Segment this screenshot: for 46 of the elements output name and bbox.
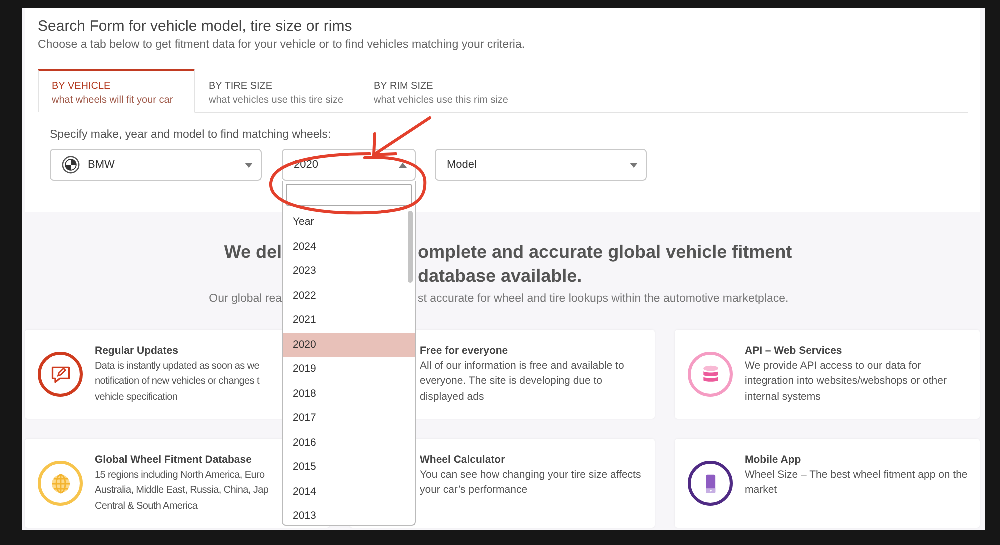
search-field[interactable] — [286, 184, 412, 206]
database-icon — [688, 352, 733, 397]
hero-heading: We del — [223, 241, 282, 264]
arrow-annotation — [372, 116, 432, 157]
feature-description: You can see how changing your tire size affects your car’s performance — [420, 468, 642, 498]
model-select[interactable]: Model — [435, 149, 647, 181]
year-option[interactable]: Year — [283, 210, 407, 234]
year-option[interactable]: 2023 — [283, 259, 407, 284]
make-select[interactable]: BMW — [50, 149, 262, 181]
feature-description: All of our information is free and available to everyone. The site is developing due to displayed ads — [420, 359, 624, 405]
phone-icon — [688, 461, 733, 506]
hero-subtitle: Our global rea — [208, 292, 282, 307]
speech-bubble-pencil-icon — [38, 352, 83, 397]
feature-title: API – Web Services — [745, 344, 844, 359]
quartered-circle-icon — [62, 156, 80, 174]
year-option[interactable]: 2017 — [283, 406, 407, 430]
year-option[interactable]: 2018 — [283, 382, 407, 406]
form-prompt: Specify make, year and model to find matching wheels: — [50, 128, 332, 143]
feature-description: Wheel Size – The best wheel fitment app on the market — [745, 468, 968, 498]
year-option[interactable]: 2014 — [283, 480, 407, 504]
tab[interactable]: BY VEHICLE what wheels will fit your car — [38, 69, 195, 113]
feature-title: Wheel Calculator — [420, 453, 506, 468]
year-option[interactable]: 2024 — [283, 234, 407, 259]
year-option[interactable]: 2013 — [283, 504, 407, 525]
feature-title: Free for everyone — [420, 344, 510, 359]
form-title: Search Form for vehicle model, tire size or rims — [38, 17, 354, 37]
year-option[interactable]: 2019 — [283, 357, 407, 382]
hero-heading: database available. — [418, 265, 584, 288]
feature-title: Mobile App — [745, 453, 802, 468]
year-option[interactable]: 2015 — [283, 455, 407, 480]
year-option[interactable]: 2021 — [283, 308, 407, 332]
globe-icon — [38, 461, 83, 506]
form-subtitle: Choose a tab below to get fitment data for your vehicle or to find vehicles matching your criteria. — [38, 38, 526, 53]
year-option[interactable]: 2016 — [283, 430, 407, 455]
hero-heading: omplete and accurate global vehicle fitment — [418, 241, 794, 264]
year-option[interactable]: 2022 — [283, 284, 407, 308]
feature-title: Global Wheel Fitment Database — [95, 453, 253, 468]
feature-title: Regular Updates — [95, 344, 180, 359]
year-option[interactable]: 2020 — [283, 332, 415, 357]
feature-description: Data is instantly updated as soon as we notification of new vehicles or changes t vehicle specification — [95, 360, 260, 405]
feature-description: 15 regions including North America, Euro Australia, Middle East, Russia, China, Jap Central & South America — [95, 469, 269, 514]
feature-description: We provide API access to our data for integration into websites/webshops or other internal systems — [745, 359, 947, 405]
hero-subtitle: st accurate for wheel and tire lookups within the automotive marketplace. — [418, 292, 790, 307]
tab[interactable]: BY RIM SIZE what vehicles use this rim size — [360, 69, 522, 113]
tab[interactable]: BY TIRE SIZE what vehicles use this tire size — [195, 69, 360, 113]
scrollbar[interactable] — [408, 211, 413, 283]
